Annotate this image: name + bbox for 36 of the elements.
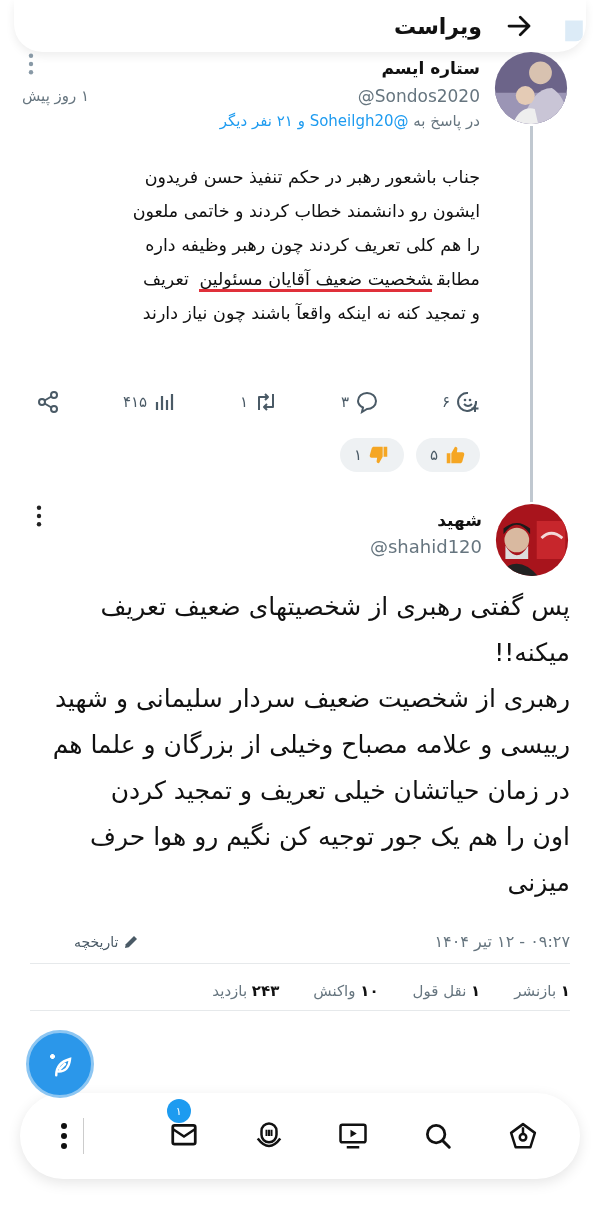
- page-title: ویراست: [393, 13, 482, 39]
- post-text-line: را هم کلی تعریف کردند چون رهبر وظیفه داره: [144, 234, 480, 258]
- share-icon[interactable]: [36, 390, 60, 414]
- user-name[interactable]: شهید: [437, 502, 482, 530]
- post-text-line: و تمجید کنه نه اینکه واقعآ باشند چون نیاز دارند: [141, 302, 480, 326]
- post-time: ۱ روز پیش: [22, 87, 90, 105]
- post-date: ۰۹:۲۷ - ۱۲ تیر ۱۴۰۴: [434, 932, 570, 951]
- search-icon[interactable]: [423, 1121, 454, 1151]
- post-text: پس گفتی رهبری از شخصیتهای ضعیف تعریف میکنه!! رهبری از شخصیت ضعیف سردار سلیمانی و شهید رییسی و علامه مصباح وخیلی از بزرگان و علما هم در زمان حیاتشان خیلی تعریف و تمجید کردن اون را هم یک جور توجیه کن نگیم رو هوا حرف میزنی: [51, 591, 570, 899]
- like-reaction-button[interactable]: ۵: [415, 438, 480, 472]
- more-icon[interactable]: [36, 505, 42, 527]
- action-count: ۴۱۵: [122, 393, 148, 411]
- post-text-line: مطابق شخصیت ضعیف آقایان مسئولین تعریف: [22, 262, 480, 296]
- video-screen-icon[interactable]: [338, 1121, 369, 1151]
- thumbs-up-icon: [444, 444, 466, 466]
- history-link[interactable]: تاریخچه: [74, 933, 119, 950]
- action-count: ۶: [441, 393, 450, 411]
- action-count: ۱: [240, 393, 249, 411]
- dislike-reaction-button[interactable]: ۱: [339, 438, 404, 472]
- pentagon-icon[interactable]: [508, 1121, 538, 1151]
- stat-text[interactable]: ۱۰ واکنش: [313, 982, 379, 1000]
- thumbs-down-icon: [367, 444, 390, 466]
- stat-text[interactable]: ۱ بازنشر: [514, 982, 570, 1000]
- user-name[interactable]: ستاره ایسم: [381, 50, 480, 78]
- add-reaction-icon[interactable]: [456, 390, 480, 414]
- more-icon[interactable]: [60, 1121, 69, 1151]
- comment-icon[interactable]: [355, 390, 380, 414]
- post-text-line: ایشون رو دانشمند خطاب کردند و خاتمی ملعون: [131, 200, 480, 224]
- stat-text[interactable]: ۲۴۳ بازدید: [212, 982, 280, 1000]
- reply-context: در پاسخ به @Soheilgh20 و ۲۱ نفر دیگر: [218, 112, 480, 130]
- stat-text[interactable]: ۱ نقل قول: [412, 982, 481, 1000]
- user-handle[interactable]: @shahid120: [30, 536, 482, 557]
- notification-badge: ۱: [166, 1099, 191, 1123]
- action-count: ۳: [340, 393, 350, 411]
- post-text-line: جناب باشعور رهبر در حکم تنفیذ حسن فریدون: [143, 166, 480, 190]
- user-handle[interactable]: @Sondos2020: [357, 86, 480, 106]
